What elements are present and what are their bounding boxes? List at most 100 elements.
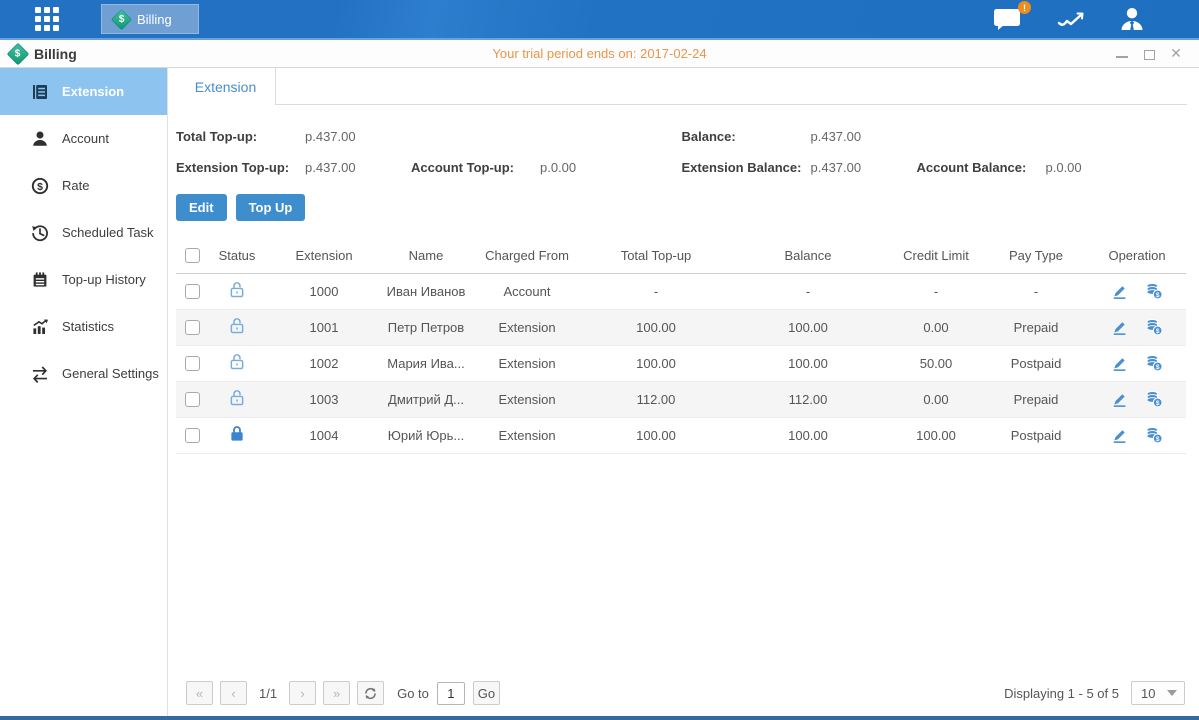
cell-extension: 1001 (266, 309, 382, 345)
sidebar-item-rate[interactable]: $ Rate (0, 162, 167, 209)
user-icon[interactable] (1119, 6, 1145, 32)
lock-open-icon (229, 389, 245, 406)
statistics-icon (31, 318, 49, 336)
extension-icon (31, 83, 49, 101)
maximize-button[interactable] (1142, 47, 1156, 60)
refresh-icon (363, 686, 378, 701)
extension-table-body: 1000 Иван Иванов Account - - - - (176, 273, 1186, 453)
cell-name: Петр Петров (382, 309, 470, 345)
notification-badge: ! (1018, 1, 1031, 14)
go-button[interactable]: Go (473, 681, 500, 705)
chart-icon[interactable] (1057, 8, 1085, 30)
page-size-value: 10 (1132, 686, 1167, 701)
sidebar-item-general-settings[interactable]: General Settings (0, 350, 167, 397)
sidebar-item-scheduled-task[interactable]: Scheduled Task (0, 209, 167, 256)
sidebar-item-label: Extension (62, 84, 124, 99)
row-checkbox[interactable] (185, 428, 200, 443)
row-checkbox[interactable] (185, 392, 200, 407)
cell-balance: 100.00 (728, 345, 888, 381)
billing-diamond-dollar-icon: $ (111, 8, 132, 29)
top-up-row-icon[interactable]: $ (1145, 390, 1163, 408)
cell-charged-from: Extension (470, 381, 584, 417)
sidebar-item-statistics[interactable]: Statistics (0, 303, 167, 350)
tab-extension[interactable]: Extension (176, 68, 276, 105)
header-charged-from: Charged From (470, 238, 584, 273)
taskbar-tab-label: Billing (137, 12, 172, 27)
summary-panel: Total Top-up: p.437.00 Extension Top-up:… (176, 126, 1187, 177)
row-checkbox[interactable] (185, 320, 200, 335)
cell-name: Дмитрий Д... (382, 381, 470, 417)
main-content: Extension Total Top-up: p.437.00 Extensi… (168, 68, 1199, 716)
sidebar-item-extension[interactable]: Extension (0, 68, 167, 115)
sidebar-item-account[interactable]: Account (0, 115, 167, 162)
cell-credit-limit: 0.00 (888, 381, 984, 417)
cell-balance: - (728, 273, 888, 309)
sidebar-item-label: General Settings (62, 366, 159, 381)
extension-topup-value: p.437.00 (305, 160, 411, 175)
cell-balance: 100.00 (728, 417, 888, 453)
prev-page-button[interactable]: ‹ (220, 681, 247, 705)
total-topup-value: p.437.00 (305, 129, 356, 144)
cell-pay-type: Postpaid (984, 417, 1088, 453)
app-grid-icon[interactable] (35, 7, 59, 31)
edit-row-icon[interactable] (1111, 319, 1128, 336)
window-bottom-border (0, 716, 1199, 720)
header-extension: Extension (266, 238, 382, 273)
chat-icon[interactable]: ! (993, 7, 1023, 31)
trial-notice: Your trial period ends on: 2017-02-24 (492, 46, 706, 61)
cell-charged-from: Extension (470, 417, 584, 453)
account-icon (31, 130, 49, 148)
cell-pay-type: Prepaid (984, 309, 1088, 345)
header-name: Name (382, 238, 470, 273)
top-up-button[interactable]: Top Up (236, 194, 306, 221)
minimize-button[interactable] (1115, 47, 1129, 60)
account-topup-value: p.0.00 (540, 160, 576, 175)
balance-label: Balance: (682, 129, 811, 144)
topbar: $ Billing ! (0, 0, 1199, 40)
edit-row-icon[interactable] (1111, 283, 1128, 300)
cell-credit-limit: 50.00 (888, 345, 984, 381)
row-checkbox[interactable] (185, 356, 200, 371)
last-page-button[interactable]: » (323, 681, 350, 705)
sidebar-item-topup-history[interactable]: Top-up History (0, 256, 167, 303)
page-size-select[interactable]: 10 (1131, 681, 1185, 705)
top-up-row-icon[interactable]: $ (1145, 354, 1163, 372)
scheduled-task-icon (31, 224, 49, 242)
edit-button[interactable]: Edit (176, 194, 227, 221)
cell-name: Иван Иванов (382, 273, 470, 309)
taskbar-tab-billing[interactable]: $ Billing (101, 4, 199, 34)
displaying-text: Displaying 1 - 5 of 5 (1004, 686, 1119, 701)
refresh-button[interactable] (357, 681, 384, 705)
goto-page-input[interactable] (437, 682, 465, 705)
top-up-row-icon[interactable]: $ (1145, 318, 1163, 336)
pagination-bar: « ‹ 1/1 › » Go to Go Displaying 1 - 5 of… (186, 681, 1185, 705)
table-row: 1004 Юрий Юрь... Extension 100.00 100.00… (176, 417, 1186, 453)
caret-down-icon (1167, 690, 1177, 696)
header-balance: Balance (728, 238, 888, 273)
top-up-row-icon[interactable]: $ (1145, 426, 1163, 444)
cell-total-topup: 112.00 (584, 381, 728, 417)
close-button[interactable]: ✕ (1169, 47, 1183, 60)
next-page-button[interactable]: › (289, 681, 316, 705)
svg-text:$: $ (1156, 292, 1160, 299)
first-page-button[interactable]: « (186, 681, 213, 705)
cell-balance: 100.00 (728, 309, 888, 345)
toolbar: Edit Top Up (176, 194, 1187, 221)
top-up-row-icon[interactable]: $ (1145, 282, 1163, 300)
cell-pay-type: - (984, 273, 1088, 309)
cell-pay-type: Prepaid (984, 381, 1088, 417)
edit-row-icon[interactable] (1111, 355, 1128, 372)
select-all-checkbox[interactable] (185, 248, 200, 263)
cell-credit-limit: - (888, 273, 984, 309)
window-titlebar: $ Billing Your trial period ends on: 201… (0, 40, 1199, 68)
extension-table: Status Extension Name Charged From Total… (176, 238, 1186, 454)
page-indicator: 1/1 (259, 686, 277, 701)
topup-history-icon (31, 271, 49, 289)
header-pay-type: Pay Type (984, 238, 1088, 273)
edit-row-icon[interactable] (1111, 391, 1128, 408)
cell-charged-from: Extension (470, 309, 584, 345)
row-checkbox[interactable] (185, 284, 200, 299)
edit-row-icon[interactable] (1111, 427, 1128, 444)
account-balance-label: Account Balance: (917, 160, 1046, 175)
header-credit-limit: Credit Limit (888, 238, 984, 273)
